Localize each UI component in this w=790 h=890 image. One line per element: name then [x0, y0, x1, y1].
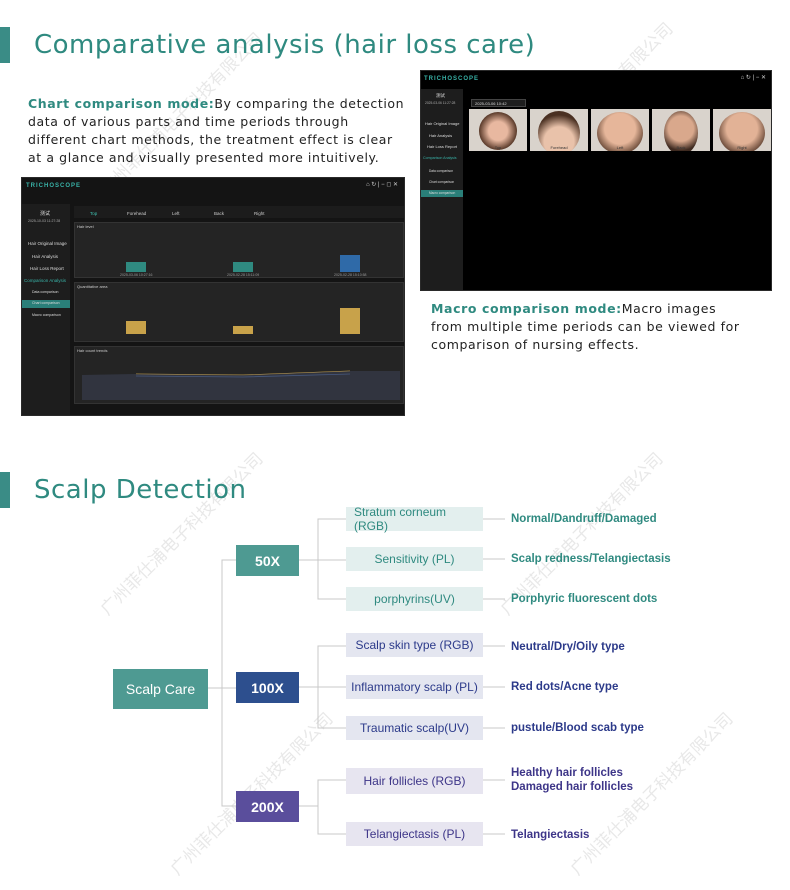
result-porphyrins: Porphyric fluorescent dots	[511, 593, 658, 605]
item-scalp-skin-type: Scalp skin type (RGB)	[346, 633, 483, 657]
item-traumatic-scalp: Traumatic scalp(UV)	[346, 716, 483, 740]
result-hair-follicles: Healthy hair follicles Damaged hair foll…	[511, 767, 634, 793]
result-inflammatory-scalp: Red dots/Acne type	[511, 681, 619, 693]
level-200x: 200X	[236, 791, 299, 822]
result-telangiectasis: Telangiectasis	[511, 829, 590, 841]
result-sensitivity: Scalp redness/Telangiectasis	[511, 553, 671, 565]
item-hair-follicles: Hair follicles (RGB)	[346, 768, 483, 794]
level-50x: 50X	[236, 545, 299, 576]
item-telangiectasis: Telangiectasis (PL)	[346, 822, 483, 846]
tree-connectors	[207, 518, 505, 835]
scalp-care-root: Scalp Care	[113, 669, 208, 709]
item-porphyrins: porphyrins(UV)	[346, 587, 483, 611]
item-stratum-corneum: Stratum corneum (RGB)	[346, 505, 483, 533]
result-traumatic-scalp: pustule/Blood scab type	[511, 722, 644, 734]
level-100x: 100X	[236, 672, 299, 703]
result-stratum-corneum: Normal/Dandruff/Damaged	[511, 513, 657, 525]
result-scalp-skin-type: Neutral/Dry/Oily type	[511, 641, 625, 653]
item-sensitivity: Sensitivity (PL)	[346, 547, 483, 571]
item-inflammatory-scalp: Inflammatory scalp (PL)	[346, 675, 483, 699]
